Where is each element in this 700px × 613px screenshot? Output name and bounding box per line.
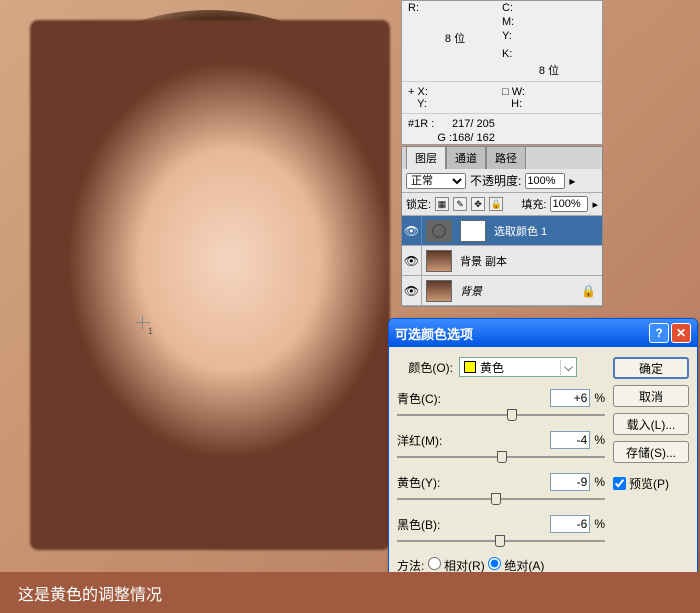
selective-color-dialog: 可选颜色选项 ? ✕ 颜色(O): 黄色 ⌵ 青色(C):% 洋红(M):% 黄色(… bbox=[388, 318, 698, 585]
info-c-label: C: bbox=[502, 2, 518, 14]
photo-portrait bbox=[30, 20, 390, 550]
tab-channels[interactable]: 通道 bbox=[446, 146, 486, 169]
info-m-label: M: bbox=[502, 16, 518, 28]
info-h: H: bbox=[511, 98, 522, 110]
info-x: X: bbox=[417, 86, 427, 98]
lock-transparent-icon[interactable]: ▦ bbox=[435, 197, 449, 211]
ok-button[interactable]: 确定 bbox=[613, 357, 689, 379]
layer-thumb-mask[interactable] bbox=[460, 220, 486, 242]
panel-tabs: 图层 通道 路径 bbox=[402, 147, 602, 169]
radio-relative[interactable] bbox=[428, 557, 441, 570]
info-y-label: Y: bbox=[502, 30, 518, 42]
load-button[interactable]: 载入(L)... bbox=[613, 413, 689, 435]
preview-checkbox[interactable] bbox=[613, 477, 626, 490]
slider-label: 黄色(Y): bbox=[397, 474, 550, 491]
info-r-label: R: bbox=[408, 2, 424, 14]
slider-track[interactable] bbox=[397, 409, 605, 421]
lock-move-icon[interactable]: ✥ bbox=[471, 197, 485, 211]
tab-layers[interactable]: 图层 bbox=[406, 146, 446, 169]
tab-paths[interactable]: 路径 bbox=[486, 146, 526, 169]
fill-arrow-icon[interactable]: ▸ bbox=[592, 198, 598, 211]
method-relative[interactable]: 相对(R) bbox=[428, 559, 485, 573]
slider-label: 青色(C): bbox=[397, 390, 550, 407]
blend-mode-select[interactable]: 正常 bbox=[406, 173, 466, 189]
slider-track[interactable] bbox=[397, 451, 605, 463]
sample-g-value: 168/ 162 bbox=[452, 132, 495, 144]
layer-name: 背景 副本 bbox=[456, 253, 602, 269]
layer-name: 背景 bbox=[456, 283, 581, 299]
layer-row[interactable]: 👁 背景 副本 bbox=[402, 246, 602, 276]
preview-checkbox-label[interactable]: 预览(P) bbox=[613, 475, 689, 492]
slider-value-input[interactable] bbox=[550, 515, 590, 533]
info-y: Y: bbox=[417, 98, 427, 110]
close-button[interactable]: ✕ bbox=[671, 323, 691, 343]
caption-text: 这是黄色的调整情况 bbox=[18, 581, 162, 605]
fill-input[interactable] bbox=[550, 196, 588, 212]
colors-label: 颜色(O): bbox=[397, 359, 453, 376]
slider-value-input[interactable] bbox=[550, 473, 590, 491]
layer-name: 选取颜色 1 bbox=[490, 223, 602, 239]
layer-thumb[interactable] bbox=[426, 280, 452, 302]
percent-label: % bbox=[594, 391, 605, 405]
info-bit1: 8 位 bbox=[445, 33, 465, 45]
chevron-down-icon: ⌵ bbox=[560, 360, 576, 375]
slider-label: 洋红(M): bbox=[397, 432, 550, 449]
lock-paint-icon[interactable]: ✎ bbox=[453, 197, 467, 211]
layer-row[interactable]: 👁 选取颜色 1 bbox=[402, 216, 602, 246]
info-bit2: 8 位 bbox=[539, 65, 559, 77]
cancel-button[interactable]: 取消 bbox=[613, 385, 689, 407]
percent-label: % bbox=[594, 517, 605, 531]
lock-label: 锁定: bbox=[406, 196, 431, 212]
info-panel: R: C: M: 8 位 Y: K: 8 位 + X: Y: □ W: H: #… bbox=[401, 0, 603, 145]
slider-value-input[interactable] bbox=[550, 389, 590, 407]
caption-bar: 这是黄色的调整情况 bbox=[0, 572, 700, 613]
visibility-toggle[interactable]: 👁 bbox=[402, 246, 422, 276]
slider-label: 黑色(B): bbox=[397, 516, 550, 533]
slider-track[interactable] bbox=[397, 535, 605, 547]
method-absolute[interactable]: 绝对(A) bbox=[488, 559, 544, 573]
layers-panel: 图层 通道 路径 正常 不透明度: ▸ 锁定: ▦ ✎ ✥ 🔒 填充: ▸ 👁 … bbox=[401, 146, 603, 307]
fill-label: 填充: bbox=[521, 196, 546, 212]
sample-r-value: 217/ 205 bbox=[452, 118, 495, 130]
opacity-arrow-icon[interactable]: ▸ bbox=[569, 174, 575, 188]
visibility-toggle[interactable]: 👁 bbox=[402, 276, 422, 306]
opacity-input[interactable] bbox=[525, 173, 565, 189]
info-w: W: bbox=[512, 86, 525, 98]
method-label: 方法: bbox=[397, 559, 424, 573]
percent-label: % bbox=[594, 475, 605, 489]
layer-thumb[interactable] bbox=[426, 250, 452, 272]
dialog-title: 可选颜色选项 bbox=[395, 324, 473, 343]
lock-all-icon[interactable]: 🔒 bbox=[489, 197, 503, 211]
color-name: 黄色 bbox=[480, 359, 504, 376]
visibility-toggle[interactable]: 👁 bbox=[402, 216, 422, 246]
slider-thumb[interactable] bbox=[507, 409, 517, 421]
layer-row[interactable]: 👁 背景 🔒 bbox=[402, 276, 602, 306]
slider-value-input[interactable] bbox=[550, 431, 590, 449]
colors-dropdown[interactable]: 黄色 ⌵ bbox=[459, 357, 577, 377]
dialog-titlebar[interactable]: 可选颜色选项 ? ✕ bbox=[389, 319, 697, 347]
radio-absolute[interactable] bbox=[488, 557, 501, 570]
lock-icon: 🔒 bbox=[581, 284, 596, 298]
slider-thumb[interactable] bbox=[491, 493, 501, 505]
sample-r-label: #1R : bbox=[408, 118, 434, 130]
slider-thumb[interactable] bbox=[497, 451, 507, 463]
save-button[interactable]: 存储(S)... bbox=[613, 441, 689, 463]
layer-thumb-adjustment[interactable] bbox=[426, 220, 452, 242]
slider-thumb[interactable] bbox=[495, 535, 505, 547]
slider-track[interactable] bbox=[397, 493, 605, 505]
sample-g-label: G : bbox=[437, 132, 452, 144]
color-swatch-yellow bbox=[464, 361, 476, 373]
percent-label: % bbox=[594, 433, 605, 447]
help-button[interactable]: ? bbox=[649, 323, 669, 343]
info-k-label: K: bbox=[502, 48, 518, 60]
opacity-label: 不透明度: bbox=[470, 172, 521, 189]
